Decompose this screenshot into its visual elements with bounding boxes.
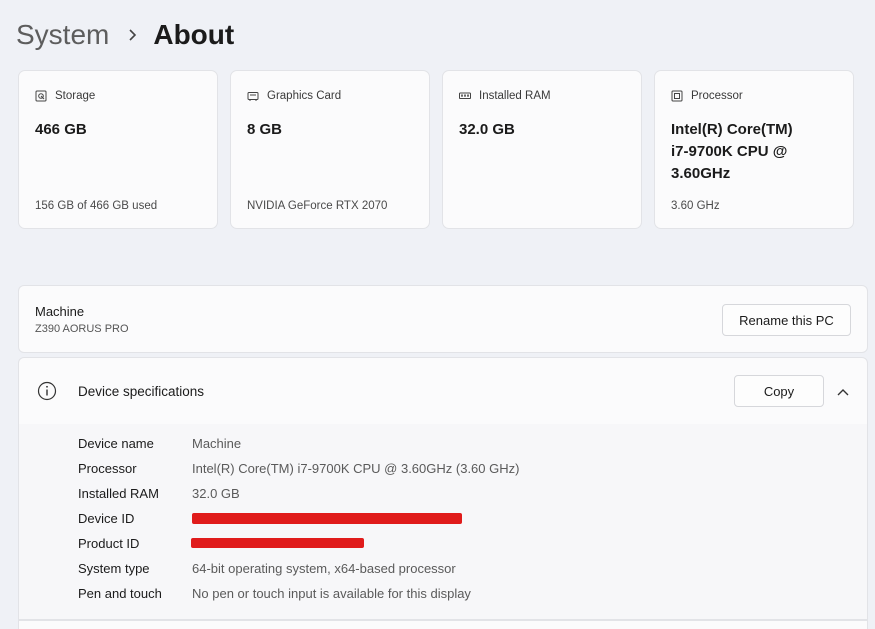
spec-label: Product ID xyxy=(78,536,140,551)
graphics-card-card: Graphics Card 8 GB NVIDIA GeForce RTX 20… xyxy=(230,70,430,229)
spec-label: Pen and touch xyxy=(78,586,162,601)
storage-icon xyxy=(35,90,47,102)
spec-value: 32.0 GB xyxy=(192,486,240,501)
breadcrumb-system-link[interactable]: System xyxy=(16,19,109,51)
info-icon xyxy=(37,381,57,401)
chevron-right-icon xyxy=(129,29,137,41)
spec-label: Device name xyxy=(78,436,154,451)
machine-name: Machine xyxy=(35,304,85,319)
breadcrumb: System About xyxy=(16,17,234,53)
processor-icon xyxy=(671,90,683,102)
card-value: 8 GB xyxy=(247,121,283,138)
spec-row-installed-ram: Installed RAM 32.0 GB xyxy=(19,486,867,506)
storage-card: Storage 466 GB 156 GB of 466 GB used xyxy=(18,70,218,229)
machine-model: Z390 AORUS PRO xyxy=(35,323,129,335)
card-value: 32.0 GB xyxy=(459,121,515,138)
graphics-card-icon xyxy=(247,92,259,101)
redaction-mark xyxy=(192,513,462,524)
chevron-up-icon[interactable] xyxy=(836,386,850,398)
spec-value: Machine xyxy=(192,436,242,451)
page-title: About xyxy=(153,19,235,50)
spec-row-product-id: Product ID xyxy=(19,536,867,556)
spec-row-device-name: Device name Machine xyxy=(19,436,867,456)
redaction-mark xyxy=(191,538,364,548)
spec-label: Installed RAM xyxy=(78,486,159,501)
spec-label: Processor xyxy=(78,461,137,476)
card-value: 466 GB xyxy=(35,121,87,138)
spec-value: 64-bit operating system, x64-based proce… xyxy=(192,561,456,576)
card-subtext: 3.60 GHz xyxy=(671,200,720,212)
card-label: Processor xyxy=(691,90,743,102)
spec-row-device-id: Device ID xyxy=(19,511,867,531)
card-label: Graphics Card xyxy=(267,90,342,102)
card-subtext: 156 GB of 466 GB used xyxy=(35,200,158,212)
card-subtext: NVIDIA GeForce RTX 2070 xyxy=(247,200,388,212)
spec-label: Device ID xyxy=(78,511,135,526)
next-section-edge xyxy=(18,620,868,629)
device-specifications-title: Device specifications xyxy=(78,384,205,399)
installed-ram-card: Installed RAM 32.0 GB xyxy=(442,70,642,229)
machine-row: Machine Z390 AORUS PRO Rename this PC xyxy=(18,285,868,353)
copy-button[interactable]: Copy xyxy=(734,375,824,407)
spec-label: System type xyxy=(78,561,150,576)
card-label: Storage xyxy=(55,90,96,102)
device-specifications-header[interactable]: Device specifications Copy xyxy=(18,357,868,425)
spec-row-processor: Processor Intel(R) Core(TM) i7-9700K CPU… xyxy=(19,461,867,481)
device-specifications-list: Device name Machine Processor Intel(R) C… xyxy=(18,424,868,620)
spec-value: No pen or touch input is available for t… xyxy=(192,586,471,601)
rename-pc-button[interactable]: Rename this PC xyxy=(722,304,851,336)
processor-card: Processor Intel(R) Core(TM) i7-9700K CPU… xyxy=(654,70,854,229)
spec-row-system-type: System type 64-bit operating system, x64… xyxy=(19,561,867,581)
spec-row-pen-and-touch: Pen and touch No pen or touch input is a… xyxy=(19,586,867,606)
card-label: Installed RAM xyxy=(479,90,551,102)
card-value: Intel(R) Core(TM) i7-9700K CPU @ 3.60GHz xyxy=(671,121,793,182)
ram-icon xyxy=(459,92,471,99)
spec-value: Intel(R) Core(TM) i7-9700K CPU @ 3.60GHz… xyxy=(192,461,520,476)
